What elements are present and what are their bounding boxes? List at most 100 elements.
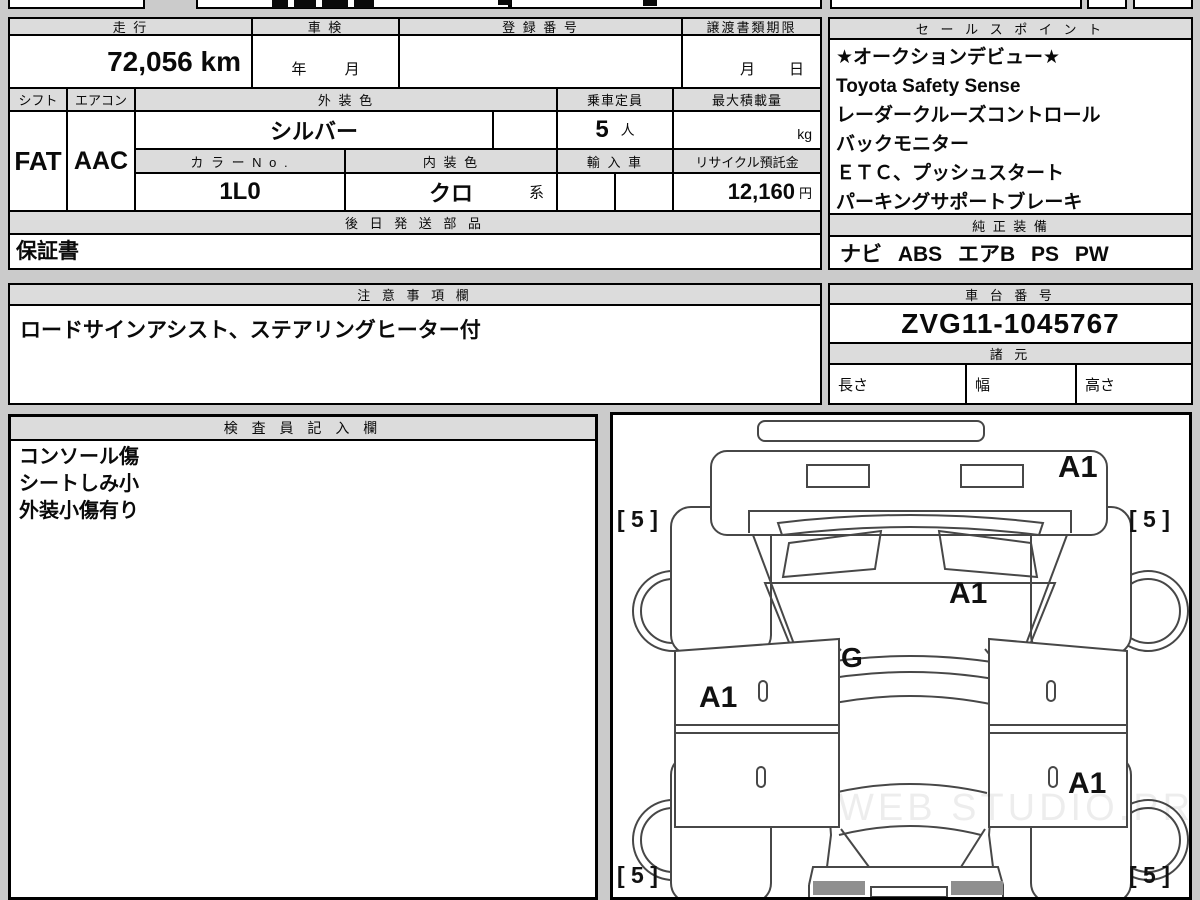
color-no-header: カ ラ ー N o .	[136, 150, 346, 174]
front-strip-shape	[757, 420, 985, 442]
caution-header: 注 意 事 項 欄	[10, 285, 820, 306]
interior-color-kei: 系	[528, 184, 544, 202]
transfer-deadline-header: 譲渡書類期限	[683, 19, 820, 36]
inspection-month-label: 月	[344, 61, 360, 78]
later-parts-value: 保証書	[10, 235, 820, 268]
cropped-glyph	[354, 0, 374, 8]
vehicle-info-table: 走 行 車 検 登 録 番 号 譲渡書類期限 72,056 km 年 月 月 日…	[8, 17, 822, 270]
transfer-deadline-value: 月 日	[683, 36, 820, 89]
cropped-glyph	[322, 0, 348, 8]
mileage-value: 72,056 km	[10, 36, 253, 89]
tire-depth-front-right: [ 5 ]	[1129, 506, 1170, 532]
interior-color-name: クロ	[428, 181, 473, 206]
top-cropped-cell	[1087, 0, 1127, 9]
cropped-glyph	[294, 0, 316, 8]
color-no-value: 1L0	[136, 174, 346, 212]
interior-color-value: クロ 系	[346, 174, 558, 212]
import-value-cell	[616, 174, 674, 212]
damage-code-front-bumper: A1	[1058, 449, 1098, 484]
damage-code-windshield: G	[841, 642, 863, 673]
inspector-line: 外装小傷有り	[19, 500, 139, 522]
interior-color-header: 内 装 色	[346, 150, 558, 174]
mileage-header: 走 行	[10, 19, 253, 36]
headlight-right-shape	[937, 529, 1039, 579]
transfer-day-label: 日	[788, 61, 804, 78]
inspector-table: 検 査 員 記 入 欄 コンソール傷 シートしみ小 外装小傷有り	[8, 414, 598, 900]
top-cropped-cell	[1133, 0, 1193, 9]
cropped-glyph	[643, 0, 657, 6]
inspection-year-label: 年	[291, 61, 307, 78]
license-plate-shape	[870, 886, 948, 898]
sales-point-line: ★オークションデビュー★	[836, 47, 1061, 68]
headlight-left-shape	[781, 529, 883, 579]
recycle-header: リサイクル預託金	[674, 150, 820, 174]
top-cropped-cell	[830, 0, 1082, 9]
front-bumper-shape	[710, 450, 1108, 536]
shift-header: シフト	[10, 89, 68, 112]
sales-point-line: ＥＴＣ、プッシュスタート	[836, 163, 1065, 184]
auction-sheet: 走 行 車 検 登 録 番 号 譲渡書類期限 72,056 km 年 月 月 日…	[0, 0, 1200, 900]
tire-depth-rear-right: [ 5 ]	[1129, 862, 1170, 888]
chassis-table: 車 台 番 号 ZVG11-1045767 諸 元 長さ 幅 高さ	[828, 283, 1193, 405]
sales-point-line: レーダークルーズコントロール	[836, 105, 1101, 126]
inspection-value: 年 月	[253, 36, 400, 89]
capacity-value: 5 人	[558, 112, 674, 150]
registration-value	[400, 36, 683, 89]
tire-depth-front-left: [ 5 ]	[617, 506, 658, 532]
damage-code-left-front-door: A1	[699, 681, 737, 714]
caution-table: 注 意 事 項 欄 ロードサインアシスト、ステアリングヒーター付	[8, 283, 822, 405]
sales-points-header: セ ー ル ス ポ イ ン ト	[830, 19, 1191, 40]
watermark-text: WEB STUDIO.PRO	[838, 787, 1189, 829]
sales-point-line: バックモニター	[836, 134, 970, 155]
exterior-color-header: 外 装 色	[136, 89, 558, 112]
width-cell: 幅	[967, 365, 1077, 403]
import-value-cell	[558, 174, 616, 212]
import-header: 輸 入 車	[558, 150, 674, 174]
cropped-glyph	[498, 0, 511, 5]
sales-point-line: パーキングサポートブレーキ	[836, 192, 1083, 213]
sales-points-table: セ ー ル ス ポ イ ン ト ★オークションデビュー★ Toyota Safe…	[828, 17, 1193, 270]
damage-code-hood: A1	[949, 577, 987, 610]
recycle-unit: 円	[798, 185, 812, 201]
capacity-number: 5	[595, 116, 609, 143]
caution-text: ロードサインアシスト、ステアリングヒーター付	[20, 319, 481, 342]
inspection-header: 車 検	[253, 19, 400, 36]
max-load-unit: kg	[797, 126, 812, 142]
aircon-value: AAC	[68, 112, 136, 212]
chassis-value: ZVG11-1045767	[830, 305, 1191, 344]
aircon-header: エアコン	[68, 89, 136, 112]
exterior-color-value: シルバー	[136, 112, 494, 150]
inspector-line: コンソール傷	[19, 446, 139, 468]
sales-point-line: Toyota Safety Sense	[836, 76, 1021, 97]
transfer-month-label: 月	[739, 61, 755, 78]
top-cropped-cell	[196, 0, 510, 9]
height-cell: 高さ	[1077, 365, 1191, 403]
specs-header: 諸 元	[830, 344, 1191, 365]
damage-diagram-box: WEB STUDIO.PRO A1 A1 G A1 A1 [ 5 ] [ 5 ]…	[610, 412, 1200, 900]
recycle-value: 12,160 円	[674, 174, 820, 212]
capacity-unit: 人	[620, 122, 635, 138]
cropped-glyph	[272, 0, 288, 8]
sales-points-body: ★オークションデビュー★ Toyota Safety Sense レーダークルー…	[830, 40, 1191, 215]
chassis-header: 車 台 番 号	[830, 285, 1191, 305]
equipment-value: ナビ ABS エアB PS PW	[830, 237, 1191, 268]
caution-body: ロードサインアシスト、ステアリングヒーター付	[10, 306, 820, 403]
shift-value: FAT	[10, 112, 68, 212]
registration-header: 登 録 番 号	[400, 19, 683, 36]
inspector-body: コンソール傷 シートしみ小 外装小傷有り	[11, 441, 595, 897]
max-load-value: kg	[674, 112, 820, 150]
later-parts-text: 保証書	[16, 240, 79, 263]
car-top-view-diagram: WEB STUDIO.PRO A1 A1 G A1 A1 [ 5 ] [ 5 ]…	[617, 420, 1200, 900]
later-parts-header: 後 日 発 送 部 品	[10, 212, 820, 235]
exterior-color-sub-cell	[494, 112, 558, 150]
top-cropped-cell	[510, 0, 822, 9]
inspector-header: 検 査 員 記 入 欄	[11, 417, 595, 441]
roof-front-line	[824, 695, 996, 706]
recycle-amount: 12,160	[727, 179, 795, 204]
top-cropped-cell	[8, 0, 145, 9]
tire-depth-rear-left: [ 5 ]	[617, 862, 658, 888]
capacity-header: 乗車定員	[558, 89, 674, 112]
equipment-header: 純 正 装 備	[830, 215, 1191, 237]
damage-code-right-rear-door: A1	[1068, 767, 1106, 800]
max-load-header: 最大積載量	[674, 89, 820, 112]
